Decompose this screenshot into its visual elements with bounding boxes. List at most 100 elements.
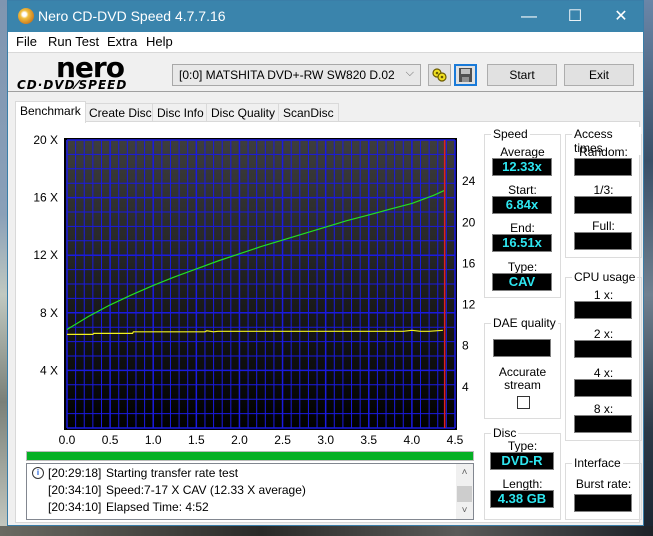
y2-tick-label: 20 xyxy=(462,215,476,229)
third-access-value xyxy=(574,196,632,214)
tab-benchmark[interactable]: Benchmark xyxy=(15,101,86,123)
drive-select[interactable]: [0:0] MATSHITA DVD+-RW SW820 D.02 ⌵ xyxy=(172,64,421,86)
speed-type-value: CAV xyxy=(492,273,552,291)
desktop-background-right xyxy=(643,0,653,536)
interface-title: Interface xyxy=(572,456,623,470)
speed-group-title: Speed xyxy=(491,127,530,141)
app-window: Nero CD-DVD Speed 4.7.7.16 — ☐ ✕ File Ru… xyxy=(7,0,644,526)
dae-quality-group: DAE quality Accurate stream xyxy=(484,316,561,419)
average-label: Average xyxy=(500,145,545,159)
menu-file[interactable]: File xyxy=(16,34,37,49)
end-speed-value: 16.51x xyxy=(492,234,552,252)
disc-group: Disc Type: DVD-R Length: 4.38 GB xyxy=(484,426,561,520)
cpu-1x-label: 1 x: xyxy=(593,288,614,302)
dae-quality-title: DAE quality xyxy=(491,316,558,330)
dae-quality-value xyxy=(493,339,551,357)
full-access-value xyxy=(574,232,632,250)
x-tick-label: 2.0 xyxy=(231,433,248,447)
random-label: Random: xyxy=(579,145,628,159)
disc-group-title: Disc xyxy=(491,426,519,440)
swap-drive-button[interactable] xyxy=(428,64,451,86)
cpu-8x-label: 8 x: xyxy=(593,402,614,416)
tab-create-disc[interactable]: Create Disc xyxy=(84,103,157,122)
log-time: [20:34:10] xyxy=(48,483,102,497)
tab-scandisc[interactable]: ScanDisc xyxy=(278,103,339,122)
drive-select-value: [0:0] MATSHITA DVD+-RW SW820 D.02 xyxy=(179,68,395,82)
cpu-usage-title: CPU usage xyxy=(572,270,638,284)
cpu-usage-group: CPU usage 1 x: 2 x: 4 x: 8 x: xyxy=(565,270,642,441)
menu-run-test[interactable]: Run Test xyxy=(48,34,99,49)
menu-extra[interactable]: Extra xyxy=(107,34,137,49)
window-title: Nero CD-DVD Speed 4.7.7.16 xyxy=(38,8,226,24)
menu-bar: File Run Test Extra Help xyxy=(8,32,643,52)
cpu-1x-value xyxy=(574,301,632,319)
menu-help[interactable]: Help xyxy=(146,34,173,49)
accurate-stream-checkbox[interactable] xyxy=(517,396,530,409)
interface-group: Interface Burst rate: xyxy=(565,456,642,520)
speed-group: Speed Average 12.33x Start: 6.84x End: 1… xyxy=(484,127,561,298)
cpu-2x-value xyxy=(574,340,632,358)
x-tick-label: 3.0 xyxy=(317,433,334,447)
burst-rate-label: Burst rate: xyxy=(575,477,632,491)
cpu-2x-label: 2 x: xyxy=(593,327,614,341)
close-button[interactable]: ✕ xyxy=(598,1,644,32)
disc-type-label: Type: xyxy=(507,439,538,453)
x-tick-label: 4.0 xyxy=(404,433,421,447)
start-label: Start: xyxy=(508,183,537,197)
type-label: Type: xyxy=(507,260,538,274)
full-label: Full: xyxy=(592,219,615,233)
desktop-background-bottom xyxy=(0,526,653,536)
access-times-group: Access times Random: 1/3: Full: xyxy=(565,127,642,258)
accurate-stream-label: Accurate stream xyxy=(498,365,547,392)
y-tick-label: 16 X xyxy=(33,191,58,205)
start-speed-value: 6.84x xyxy=(492,196,552,214)
exit-button[interactable]: Exit xyxy=(564,64,634,86)
progress-bar xyxy=(26,451,474,461)
burst-rate-value xyxy=(574,494,632,512)
x-tick-label: 0.0 xyxy=(59,433,76,447)
x-tick-label: 2.5 xyxy=(274,433,291,447)
info-icon: i xyxy=(32,467,44,479)
log-message: Starting transfer rate test xyxy=(106,466,239,480)
cpu-4x-value xyxy=(574,379,632,397)
log-time: [20:29:18] xyxy=(48,466,102,480)
log-message: Elapsed Time: 4:52 xyxy=(106,500,209,514)
maximize-button[interactable]: ☐ xyxy=(552,1,598,32)
disc-length-label: Length: xyxy=(502,477,543,491)
y-tick-label: 12 X xyxy=(33,248,58,262)
cpu-8x-value xyxy=(574,415,632,433)
title-bar[interactable]: Nero CD-DVD Speed 4.7.7.16 — ☐ ✕ xyxy=(8,1,643,32)
x-tick-label: 1.5 xyxy=(188,433,205,447)
x-tick-label: 0.5 xyxy=(102,433,119,447)
start-button[interactable]: Start xyxy=(487,64,557,86)
y-tick-label: 20 X xyxy=(33,133,58,147)
disc-type-value: DVD-R xyxy=(490,452,554,470)
scroll-thumb[interactable] xyxy=(457,486,472,502)
swap-drive-icon xyxy=(432,68,447,82)
scroll-down-icon[interactable]: ˅ xyxy=(456,502,473,519)
chevron-down-icon: ⌵ xyxy=(405,67,414,79)
y-tick-label: 8 X xyxy=(40,306,58,320)
log-message: Speed:7-17 X CAV (12.33 X average) xyxy=(106,483,306,497)
minimize-button[interactable]: — xyxy=(506,1,552,32)
x-tick-label: 1.0 xyxy=(145,433,162,447)
log-list: i [20:29:18] Starting transfer rate test… xyxy=(26,463,474,520)
x-tick-label: 3.5 xyxy=(360,433,377,447)
save-button[interactable] xyxy=(454,64,477,86)
y-tick-label: 4 X xyxy=(40,363,58,377)
cd-dvd-speed-logo: CD·DVD⁄SPEED xyxy=(17,78,128,92)
y2-tick-label: 4 xyxy=(462,380,469,394)
toolbar: nero CD·DVD⁄SPEED [0:0] MATSHITA DVD+-RW… xyxy=(8,51,643,92)
log-scrollbar[interactable]: ˄ ˅ xyxy=(456,464,473,519)
progress-fill xyxy=(27,452,473,460)
scroll-up-icon[interactable]: ˄ xyxy=(456,464,473,481)
save-icon xyxy=(459,68,472,82)
average-speed-value: 12.33x xyxy=(492,158,552,176)
tab-disc-info[interactable]: Disc Info xyxy=(152,103,209,122)
tab-disc-quality[interactable]: Disc Quality xyxy=(206,103,281,122)
benchmark-panel: 20 X 16 X 12 X 8 X 4 X 24 20 16 12 8 4 0.0 0.5 1.0 1.5… xyxy=(15,121,642,523)
y2-tick-label: 8 xyxy=(462,339,469,353)
y2-tick-label: 12 xyxy=(462,298,476,312)
third-label: 1/3: xyxy=(593,183,614,197)
app-icon[interactable] xyxy=(18,8,34,24)
